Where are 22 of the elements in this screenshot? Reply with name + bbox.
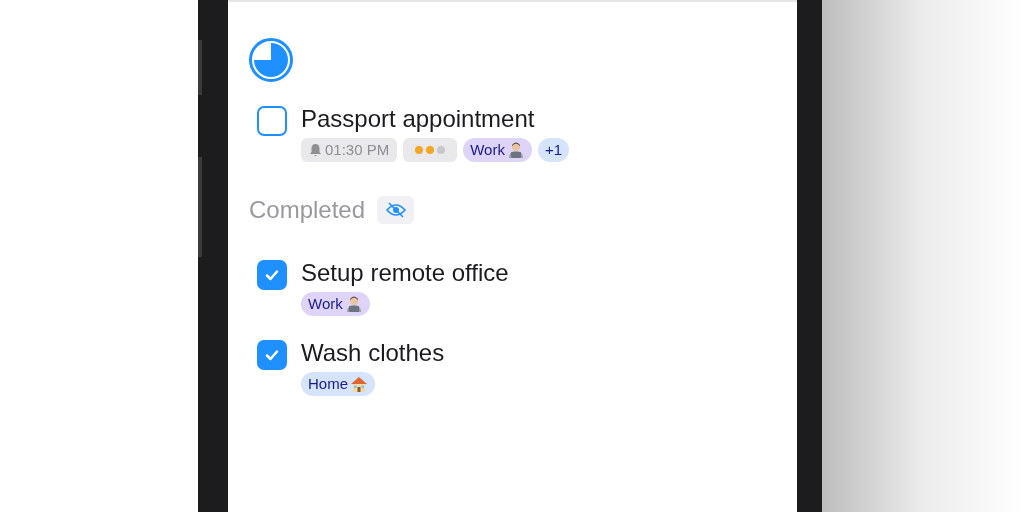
tag[interactable]: Work <box>301 292 370 316</box>
priority-indicator[interactable] <box>403 138 458 162</box>
bell-icon <box>309 143 322 157</box>
checkmark-icon <box>264 347 280 363</box>
task-title: Setup remote office <box>301 258 509 288</box>
reminder-time: 01:30 PM <box>325 139 390 160</box>
progress-pie-icon[interactable] <box>249 38 293 82</box>
task-title: Wash clothes <box>301 338 445 368</box>
tag[interactable]: Work <box>463 138 532 162</box>
section-heading: Completed <box>249 195 366 225</box>
visibility-toggle-button[interactable] <box>377 196 415 224</box>
checkmark-icon <box>264 267 280 283</box>
tag[interactable]: Home <box>301 372 375 396</box>
tag[interactable]: +1 <box>537 138 570 162</box>
eye-slash-icon <box>385 202 406 218</box>
person-laptop-icon <box>506 141 525 159</box>
person-laptop-icon <box>344 295 363 313</box>
house-icon <box>350 375 368 393</box>
task-title: Passport appointment <box>301 104 536 134</box>
checkbox[interactable] <box>257 260 287 290</box>
checkbox[interactable] <box>257 340 287 370</box>
checkbox[interactable] <box>257 106 287 136</box>
